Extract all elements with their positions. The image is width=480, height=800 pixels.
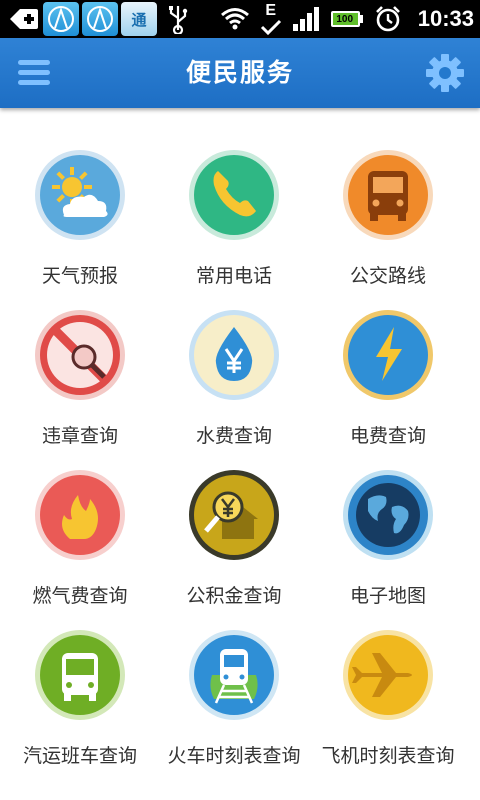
- battery-level: 100: [336, 13, 354, 25]
- signal-icon: [292, 6, 320, 32]
- no-parking-search-icon: [35, 310, 125, 400]
- alarm-icon: [374, 5, 402, 33]
- bus-icon: [343, 150, 433, 240]
- service-label: 飞机时刻表查询: [321, 745, 455, 767]
- service-label: 汽运班车查询: [22, 745, 137, 767]
- notification-app-icon: [43, 2, 79, 36]
- service-gas-bill[interactable]: 燃气费查询: [0, 428, 160, 607]
- house-yen-magnifier-icon: [189, 470, 279, 560]
- service-flight-schedule[interactable]: 飞机时刻表查询: [308, 588, 468, 767]
- weather-icon: [35, 150, 125, 240]
- edge-network-icon: E: [260, 3, 282, 35]
- service-electronic-map[interactable]: 电子地图: [308, 428, 468, 607]
- notification-tile-label: 通: [131, 10, 147, 29]
- title-bar: 便民服务: [0, 38, 480, 108]
- usb-icon: [167, 4, 189, 34]
- usb-debug-icon: [6, 4, 40, 34]
- notification-app-icon: [82, 2, 118, 36]
- coach-bus-icon: [35, 630, 125, 720]
- service-bus-route[interactable]: 公交路线: [308, 108, 468, 287]
- status-time: 10:33: [417, 6, 474, 31]
- wifi-icon: [220, 7, 250, 31]
- status-bar-notifications: 通: [0, 0, 189, 38]
- train-icon: [189, 630, 279, 720]
- service-weather[interactable]: 天气预报: [0, 108, 160, 287]
- phone-icon: [189, 150, 279, 240]
- network-type-label: E: [265, 2, 277, 19]
- airplane-icon: [343, 630, 433, 720]
- service-electric-bill[interactable]: 电费查询: [308, 268, 468, 447]
- page-title: 便民服务: [185, 58, 294, 87]
- notification-app-icon: 通: [121, 2, 157, 36]
- settings-button[interactable]: [424, 52, 466, 94]
- status-bar-system: E 100 10:33: [220, 0, 474, 38]
- status-bar: 通 E 100 10:33: [0, 0, 480, 38]
- battery-icon: 100: [330, 8, 364, 30]
- gear-icon: [426, 54, 464, 92]
- service-coach-bus[interactable]: 汽运班车查询: [0, 588, 160, 767]
- lightning-icon: [343, 310, 433, 400]
- service-phone[interactable]: 常用电话: [154, 108, 314, 287]
- service-traffic-violation[interactable]: 违章查询: [0, 268, 160, 447]
- service-label: 火车时刻表查询: [167, 745, 301, 767]
- service-water-bill[interactable]: 水费查询: [154, 268, 314, 447]
- service-train-schedule[interactable]: 火车时刻表查询: [154, 588, 314, 767]
- service-grid: 天气预报 常用电话 公交路线 违章查询 水费查询 电费查询 燃气费查询 公积金查…: [0, 108, 480, 800]
- flame-icon: [35, 470, 125, 560]
- water-drop-yen-icon: [189, 310, 279, 400]
- service-housing-fund[interactable]: 公积金查询: [154, 428, 314, 607]
- globe-icon: [343, 470, 433, 560]
